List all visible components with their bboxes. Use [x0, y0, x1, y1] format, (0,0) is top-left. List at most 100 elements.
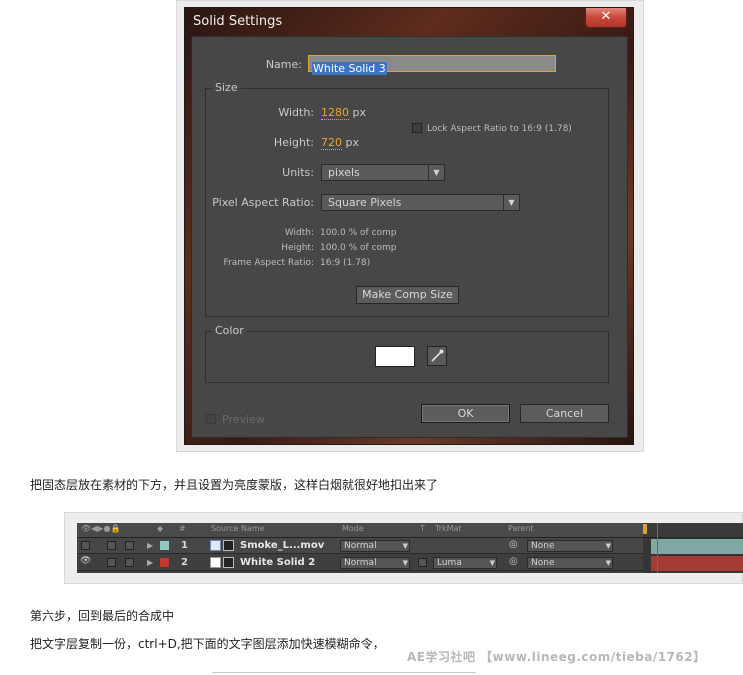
timeline-screenshot: 👁◀▶●🔒 ◆ # Source Name Mode T TrkMat Pare… [64, 512, 743, 584]
info-height-label: Height: [281, 243, 314, 253]
lock-aspect-checkbox[interactable] [412, 123, 422, 133]
layer-number: 2 [181, 557, 188, 568]
info-frame-aspect-value: 16:9 (1.78) [320, 258, 371, 268]
size-group-title: Size [212, 81, 241, 94]
timeline-track-area[interactable] [643, 523, 743, 573]
name-field[interactable]: White Solid 3 [308, 55, 556, 75]
col-num: # [179, 524, 186, 533]
units-dropdown[interactable]: pixels ▼ [321, 164, 445, 181]
layer-type-icon [223, 557, 234, 568]
color-group-title: Color [212, 324, 247, 337]
name-label: Name: [265, 58, 302, 71]
chevron-down-icon: ▼ [503, 195, 519, 210]
mode-value: Normal [344, 558, 377, 568]
info-width-value: 100.0 % of comp [320, 228, 397, 238]
solid-icon [210, 557, 221, 568]
units-label: Units: [282, 166, 314, 179]
solid-settings-screenshot: Solid Settings ✕ Name: White Solid 3 Siz… [176, 0, 644, 452]
col-trkmat: TrkMat [435, 524, 462, 533]
parent-pickwhip-icon[interactable]: ◎ [509, 539, 518, 550]
par-dropdown[interactable]: Square Pixels ▼ [321, 194, 520, 211]
parent-value: None [531, 541, 555, 551]
eyedropper-icon [431, 349, 444, 362]
chevron-down-icon: ▼ [428, 165, 444, 180]
lock-switch[interactable] [125, 558, 134, 567]
cancel-button[interactable]: Cancel [520, 404, 609, 423]
playhead[interactable] [657, 523, 658, 573]
mode-value: Normal [344, 541, 377, 551]
label-color[interactable] [160, 558, 169, 567]
color-swatch[interactable] [375, 346, 415, 367]
watermark: AE学习社吧 【www.lineeg.com/tieba/1762】 [407, 650, 706, 664]
chevron-down-icon: ▼ [605, 542, 611, 550]
info-frame-aspect-label: Frame Aspect Ratio: [223, 258, 314, 268]
label-color[interactable] [160, 541, 169, 550]
eyedropper-button[interactable] [427, 346, 447, 366]
layer-row-2[interactable]: 👁 ▶ 2 White Solid 2 Normal ▼ Luma ▼ ◎ None… [77, 555, 643, 571]
height-label: Height: [273, 136, 314, 149]
preview-checkbox[interactable] [206, 414, 216, 424]
col-source-name[interactable]: Source Name [211, 524, 265, 533]
chevron-down-icon: ▼ [402, 542, 408, 550]
par-value: Square Pixels [328, 196, 402, 209]
video-switch[interactable] [81, 541, 90, 550]
ok-button[interactable]: OK [421, 404, 510, 423]
make-comp-size-button[interactable]: Make Comp Size [356, 286, 459, 304]
col-mode: Mode [342, 524, 364, 533]
solo-switch[interactable] [107, 558, 116, 567]
timeline-panel: 👁◀▶●🔒 ◆ # Source Name Mode T TrkMat Pare… [77, 523, 743, 573]
width-row: 1280 px [321, 106, 367, 120]
lock-switch[interactable] [125, 541, 134, 550]
layer-row-1[interactable]: ▶ 1 Smoke_L...mov Normal ▼ ◎ None ▼ [77, 538, 643, 554]
instruction-paragraph-2: 第六步，回到最后的合成中 [30, 609, 175, 623]
col-t: T [420, 524, 425, 533]
instruction-paragraph-3: 把文字层复制一份，ctrl+D,把下面的文字图层添加快速模糊命令， [30, 637, 385, 651]
solid-settings-window: Solid Settings ✕ Name: White Solid 3 Siz… [184, 7, 634, 445]
width-value[interactable]: 1280 [321, 106, 349, 120]
time-ruler[interactable] [643, 523, 743, 538]
size-group: Size Width: 1280 px Height: 720 px Lock … [205, 81, 609, 317]
layer-bar-2[interactable] [651, 556, 743, 571]
layer-name[interactable]: White Solid 2 [240, 557, 315, 568]
layer-number: 1 [181, 540, 188, 551]
mode-dropdown[interactable]: Normal ▼ [340, 557, 410, 569]
eye-icon[interactable]: 👁 [80, 556, 91, 566]
info-width-label: Width: [284, 228, 314, 238]
chevron-down-icon: ▼ [489, 559, 495, 567]
par-label: Pixel Aspect Ratio: [212, 196, 314, 209]
label-column-icon: ◆ [157, 524, 164, 533]
layer-type-icon [223, 540, 234, 551]
color-group: Color [205, 324, 609, 383]
dialog-panel: Name: White Solid 3 Size Width: 1280 px … [191, 36, 628, 438]
mode-dropdown[interactable]: Normal ▼ [340, 540, 410, 552]
av-switches-icon: 👁◀▶●🔒 [81, 524, 121, 533]
name-value: White Solid 3 [312, 62, 387, 75]
height-row: 720 px [321, 136, 360, 150]
parent-dropdown[interactable]: None ▼ [527, 540, 613, 552]
trkmat-value: Luma [437, 558, 462, 568]
width-unit: px [352, 106, 367, 119]
parent-pickwhip-icon[interactable]: ◎ [509, 556, 518, 567]
chevron-down-icon: ▼ [402, 559, 408, 567]
units-value: pixels [328, 166, 360, 179]
height-unit: px [345, 136, 360, 149]
parent-value: None [531, 558, 555, 568]
close-button[interactable]: ✕ [585, 8, 627, 28]
layer-bar-1[interactable] [651, 539, 743, 554]
chevron-down-icon: ▼ [605, 559, 611, 567]
expand-triangle-icon[interactable]: ▶ [147, 558, 153, 567]
next-image-top-edge [212, 672, 476, 673]
preserve-transparency-switch[interactable] [418, 558, 427, 567]
expand-triangle-icon[interactable]: ▶ [147, 541, 153, 550]
instruction-paragraph-1: 把固态层放在素材的下方，并且设置为亮度蒙版，这样白烟就很好地扣出来了 [30, 478, 439, 492]
lock-aspect-label: Lock Aspect Ratio to 16:9 (1.78) [427, 124, 572, 134]
height-value[interactable]: 720 [321, 136, 342, 150]
width-label: Width: [278, 106, 314, 119]
work-area-start-marker[interactable] [643, 524, 647, 534]
timeline-header: 👁◀▶●🔒 ◆ # Source Name Mode T TrkMat Pare… [77, 523, 643, 538]
solo-switch[interactable] [107, 541, 116, 550]
window-title: Solid Settings [193, 14, 283, 29]
parent-dropdown[interactable]: None ▼ [527, 557, 613, 569]
trkmat-dropdown[interactable]: Luma ▼ [433, 557, 497, 569]
layer-name[interactable]: Smoke_L...mov [240, 540, 324, 551]
